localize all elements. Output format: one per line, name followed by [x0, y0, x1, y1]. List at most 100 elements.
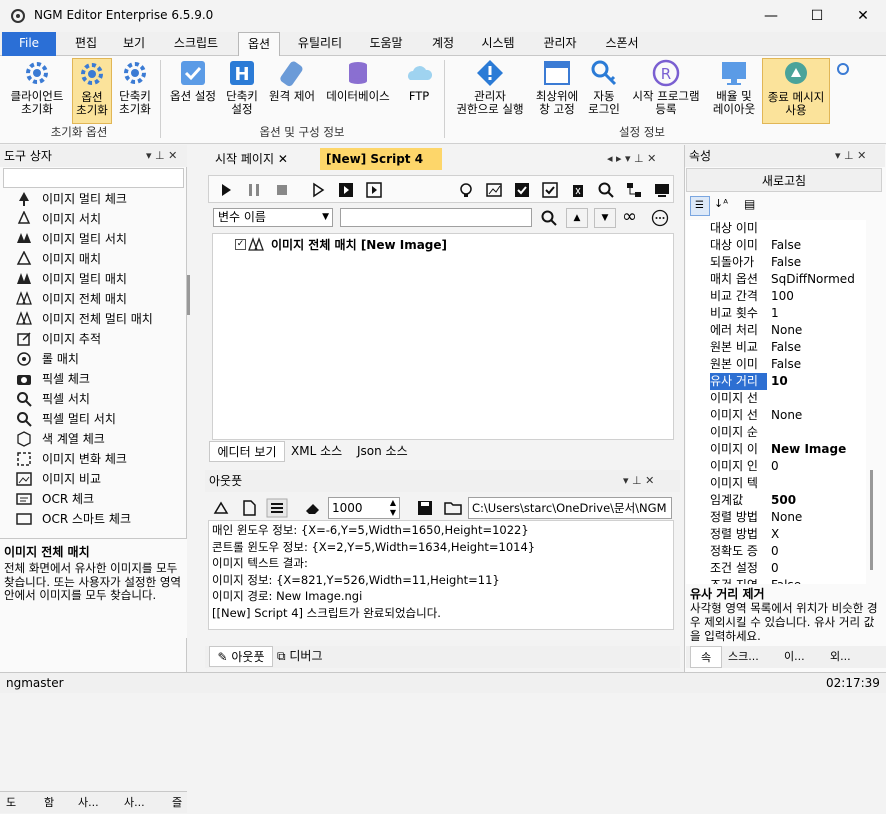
run-as-admin-button[interactable]: 관리자 권한으로 실행	[448, 58, 532, 124]
stepper-arrows[interactable]: ▲ ▼	[390, 498, 396, 518]
tab-options[interactable]: 옵션	[238, 32, 280, 57]
property-row[interactable]: 임계값 500	[686, 492, 866, 509]
toolbox-item[interactable]: 이미지 추적	[17, 329, 101, 349]
panel-buttons[interactable]: ▾ ⊥ ✕	[623, 470, 654, 492]
property-row[interactable]: 정렬 방법 None	[686, 509, 866, 526]
property-row[interactable]: 매치 옵션 SqDiffNormed	[686, 271, 866, 288]
more-icon[interactable]	[651, 209, 669, 227]
toolbox-item[interactable]: 픽셀 멀티 서치	[17, 409, 116, 429]
hotkey-reset-button[interactable]: 단축키 초기화	[114, 58, 156, 124]
tab-debug[interactable]: ⧉ 디버그	[277, 646, 323, 667]
run-from-icon[interactable]	[337, 181, 355, 199]
tab-image[interactable]: 이...	[784, 646, 805, 668]
close-button[interactable]: ✕	[840, 0, 886, 32]
property-row[interactable]: 대상 이미	[686, 220, 866, 237]
toolbox-item[interactable]: 이미지 비교	[16, 469, 101, 489]
tab-sponsor[interactable]: 스폰서	[598, 32, 646, 56]
property-value[interactable]: 10	[771, 373, 866, 390]
play-icon[interactable]	[217, 181, 235, 199]
property-row[interactable]: 유사 거리 10	[686, 373, 866, 390]
step-icon[interactable]	[309, 181, 327, 199]
property-value[interactable]: None	[771, 509, 866, 526]
property-value[interactable]: 100	[771, 288, 866, 305]
property-value[interactable]: False	[771, 339, 866, 356]
toolbox-item[interactable]: 픽셀 체크	[17, 369, 90, 389]
property-row[interactable]: 이미지 텍	[686, 475, 866, 492]
property-row[interactable]: 비교 횟수 1	[686, 305, 866, 322]
property-value[interactable]: False	[771, 237, 866, 254]
folder-icon[interactable]	[444, 499, 462, 517]
options-reset-button[interactable]: 옵션 초기화	[72, 58, 112, 124]
tab-utility[interactable]: 유틸리티	[290, 32, 350, 56]
panel-buttons[interactable]: ▾ ⊥ ✕	[835, 145, 866, 167]
property-value[interactable]: 0	[771, 458, 866, 475]
stop-icon[interactable]	[273, 181, 291, 199]
tab-script-info[interactable]: 스크...	[728, 646, 759, 668]
scale-layout-button[interactable]: 배율 및 레이아웃	[708, 58, 760, 124]
always-on-top-button[interactable]: 최상위에 창 고정	[532, 58, 582, 124]
maximize-button[interactable]: ☐	[794, 0, 840, 32]
property-value[interactable]: New Image	[771, 441, 866, 458]
property-row[interactable]: 이미지 선 None	[686, 407, 866, 424]
tab-editor-view[interactable]: 에디터 보기	[209, 441, 285, 462]
tab-nav-buttons[interactable]: ◂ ▸ ▾ ⊥ ✕	[607, 152, 656, 165]
property-row[interactable]: 원본 비교 False	[686, 339, 866, 356]
property-value[interactable]: None	[771, 322, 866, 339]
database-button[interactable]: 데이터베이스	[320, 58, 396, 124]
property-value[interactable]: False	[771, 356, 866, 373]
tab-properties[interactable]: 속	[690, 646, 722, 668]
tab-account[interactable]: 계정	[423, 32, 463, 56]
toolbox-item[interactable]: 이미지 서치	[17, 209, 101, 229]
previous-button[interactable]: ▲	[566, 208, 588, 228]
list-icon[interactable]	[266, 498, 288, 518]
node-checkbox[interactable]: ✓	[235, 239, 246, 250]
run-selected-icon[interactable]	[365, 181, 383, 199]
property-value[interactable]: 0	[771, 560, 866, 577]
tab-admin[interactable]: 관리자	[536, 32, 584, 56]
property-value[interactable]: SqDiffNormed	[771, 271, 866, 288]
search-icon[interactable]	[540, 209, 558, 227]
eraser-icon[interactable]	[304, 499, 322, 517]
close-icon[interactable]: ✕	[278, 152, 288, 166]
output-log[interactable]: 매인 윈도우 정보: {X=-6,Y=5,Width=1650,Height=1…	[208, 520, 674, 630]
pause-icon[interactable]	[245, 181, 263, 199]
line-count-stepper[interactable]: 1000 ▲ ▼	[328, 497, 400, 519]
script-canvas[interactable]: ✓ 이미지 전체 매치 [New Image]	[212, 233, 674, 440]
toolbox-item[interactable]: OCR 체크	[16, 489, 94, 509]
toolbox-item[interactable]: 이미지 멀티 서치	[17, 229, 127, 249]
client-reset-button[interactable]: 클라이언트 초기화	[4, 58, 70, 124]
option-settings-button[interactable]: 옵션 설정	[164, 58, 222, 124]
hotkey-settings-button[interactable]: H 단축키 설정	[222, 58, 262, 124]
property-row[interactable]: 정확도 증 0	[686, 543, 866, 560]
toolbox-item[interactable]: 이미지 전체 멀티 매치	[16, 309, 153, 329]
tab-script[interactable]: 스크립트	[166, 32, 226, 56]
next-button[interactable]: ▼	[594, 208, 616, 228]
toolbox-item[interactable]: 색 계열 체크	[17, 429, 105, 449]
tab-script-4[interactable]: [New] Script 4 ✕	[320, 148, 442, 188]
property-row[interactable]: 대상 이미 False	[686, 237, 866, 254]
property-value[interactable]: 500	[771, 492, 866, 509]
toolbox-item[interactable]: 이미지 전체 매치	[16, 289, 127, 309]
property-value[interactable]: 1	[771, 305, 866, 322]
exit-message-button[interactable]: 종료 메시지 사용	[762, 58, 830, 124]
check-outline-icon[interactable]	[541, 181, 559, 199]
property-row[interactable]: 조건 지연 False	[686, 577, 866, 584]
property-row[interactable]: 이미지 순	[686, 424, 866, 441]
tab-functions[interactable]: 함	[44, 792, 54, 814]
tab-edit[interactable]: 편집	[66, 32, 106, 56]
property-row[interactable]: 이미지 선	[686, 390, 866, 407]
property-value[interactable]: False	[771, 577, 866, 584]
tab-file[interactable]: File	[2, 32, 56, 56]
toolbox-scrollbar[interactable]	[187, 275, 190, 315]
tab-system[interactable]: 시스템	[475, 32, 521, 56]
infinity-icon[interactable]: ∞	[622, 206, 637, 227]
property-row[interactable]: 원본 이미 False	[686, 356, 866, 373]
chart-icon[interactable]	[485, 181, 503, 199]
property-value[interactable]: 0	[771, 543, 866, 560]
monitor-icon[interactable]	[653, 181, 671, 199]
tab-external[interactable]: 외...	[830, 646, 851, 668]
check-filled-icon[interactable]	[513, 181, 531, 199]
variable-search-input[interactable]	[340, 208, 532, 227]
clean-icon[interactable]	[212, 499, 230, 517]
property-row[interactable]: 에러 처리 None	[686, 322, 866, 339]
